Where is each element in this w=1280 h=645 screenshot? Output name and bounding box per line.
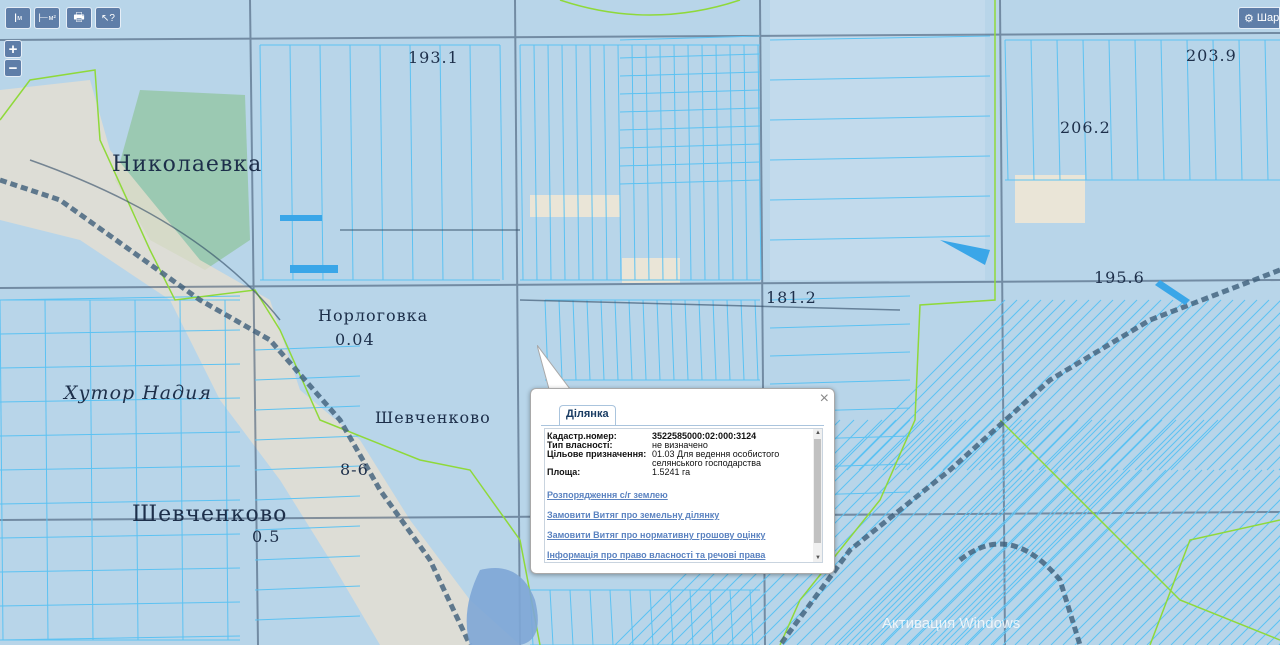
map-label: Николаевка bbox=[112, 152, 263, 177]
scroll-down-icon[interactable]: ▼ bbox=[815, 555, 821, 561]
order-extract-link[interactable]: Замовити Витяг про земельну ділянку bbox=[547, 510, 822, 520]
tools-toolbar: 🖶 ↖? bbox=[66, 7, 121, 29]
tab-parcel[interactable]: Ділянка bbox=[559, 405, 616, 426]
area-value: 1.5241 га bbox=[652, 467, 691, 477]
layers-button[interactable]: ⚙ Шар bbox=[1238, 7, 1280, 29]
unit-label: м² bbox=[48, 14, 56, 22]
map-label: Норлоговка bbox=[318, 306, 429, 325]
unit-label: м bbox=[17, 14, 23, 22]
area-icon: ⊢ bbox=[38, 11, 49, 25]
land-disposal-link[interactable]: Розпорядження с/г землею bbox=[547, 490, 822, 500]
zoom-in-button[interactable]: + bbox=[4, 40, 22, 58]
zoom-control: + − bbox=[4, 40, 22, 78]
measure-distance-button[interactable]: Iм bbox=[5, 7, 31, 29]
field-row: Цільове призначення: 01.03 Для ведення ос… bbox=[547, 450, 822, 468]
parcel-popup: × Ділянка Кадастр.номер: 3522585000:02:00… bbox=[530, 388, 835, 574]
order-valuation-link[interactable]: Замовити Витяг про нормативну грошову оц… bbox=[547, 530, 822, 540]
parcel-fields: Кадастр.номер: 3522585000:02:000:3124 Тип… bbox=[545, 429, 822, 477]
tab-divider bbox=[541, 425, 824, 426]
printer-icon: 🖶 bbox=[73, 9, 85, 24]
map-label: Шевченково bbox=[375, 408, 491, 427]
scroll-up-icon[interactable]: ▲ bbox=[815, 430, 821, 436]
close-icon[interactable]: × bbox=[820, 390, 829, 408]
map-label: 181.2 bbox=[766, 288, 817, 307]
map-label: 195.6 bbox=[1094, 268, 1145, 287]
map-label: 0.5 bbox=[252, 527, 281, 546]
field-row: Площа: 1.5241 га bbox=[547, 468, 822, 477]
map-label: 193.1 bbox=[408, 48, 459, 67]
map-label: Шевченково bbox=[132, 502, 288, 527]
map-label: 203.9 bbox=[1186, 46, 1237, 65]
popup-scrollbar[interactable]: ▲ ▼ bbox=[813, 429, 822, 562]
identify-button[interactable]: ↖? bbox=[95, 7, 121, 29]
scroll-thumb[interactable] bbox=[814, 439, 821, 543]
layers-label: Шар bbox=[1256, 12, 1280, 24]
measure-area-button[interactable]: ⊢ м² bbox=[34, 7, 60, 29]
field-key: Цільове призначення: bbox=[547, 449, 647, 459]
gear-icon: ⚙ bbox=[1244, 12, 1254, 25]
windows-activation-watermark: Активация Windows bbox=[882, 615, 1021, 632]
map-label: 8-6 bbox=[340, 460, 369, 479]
popup-pointer bbox=[537, 345, 575, 392]
field-key: Площа: bbox=[547, 467, 581, 477]
popup-content: Кадастр.номер: 3522585000:02:000:3124 Тип… bbox=[544, 428, 823, 563]
measure-toolbar: Iм ⊢ м² bbox=[5, 7, 60, 29]
zoom-out-button[interactable]: − bbox=[4, 59, 22, 77]
print-button[interactable]: 🖶 bbox=[66, 7, 92, 29]
map-label: Хутор Надия bbox=[64, 382, 212, 404]
map-label: 0.04 bbox=[335, 330, 375, 349]
map-label: 206.2 bbox=[1060, 118, 1111, 137]
land-purpose: 01.03 Для ведення особистого селянського… bbox=[652, 449, 780, 468]
cursor-help-icon: ↖? bbox=[101, 12, 115, 24]
ownership-info-link[interactable]: Інформація про право власності та речові… bbox=[547, 550, 822, 560]
